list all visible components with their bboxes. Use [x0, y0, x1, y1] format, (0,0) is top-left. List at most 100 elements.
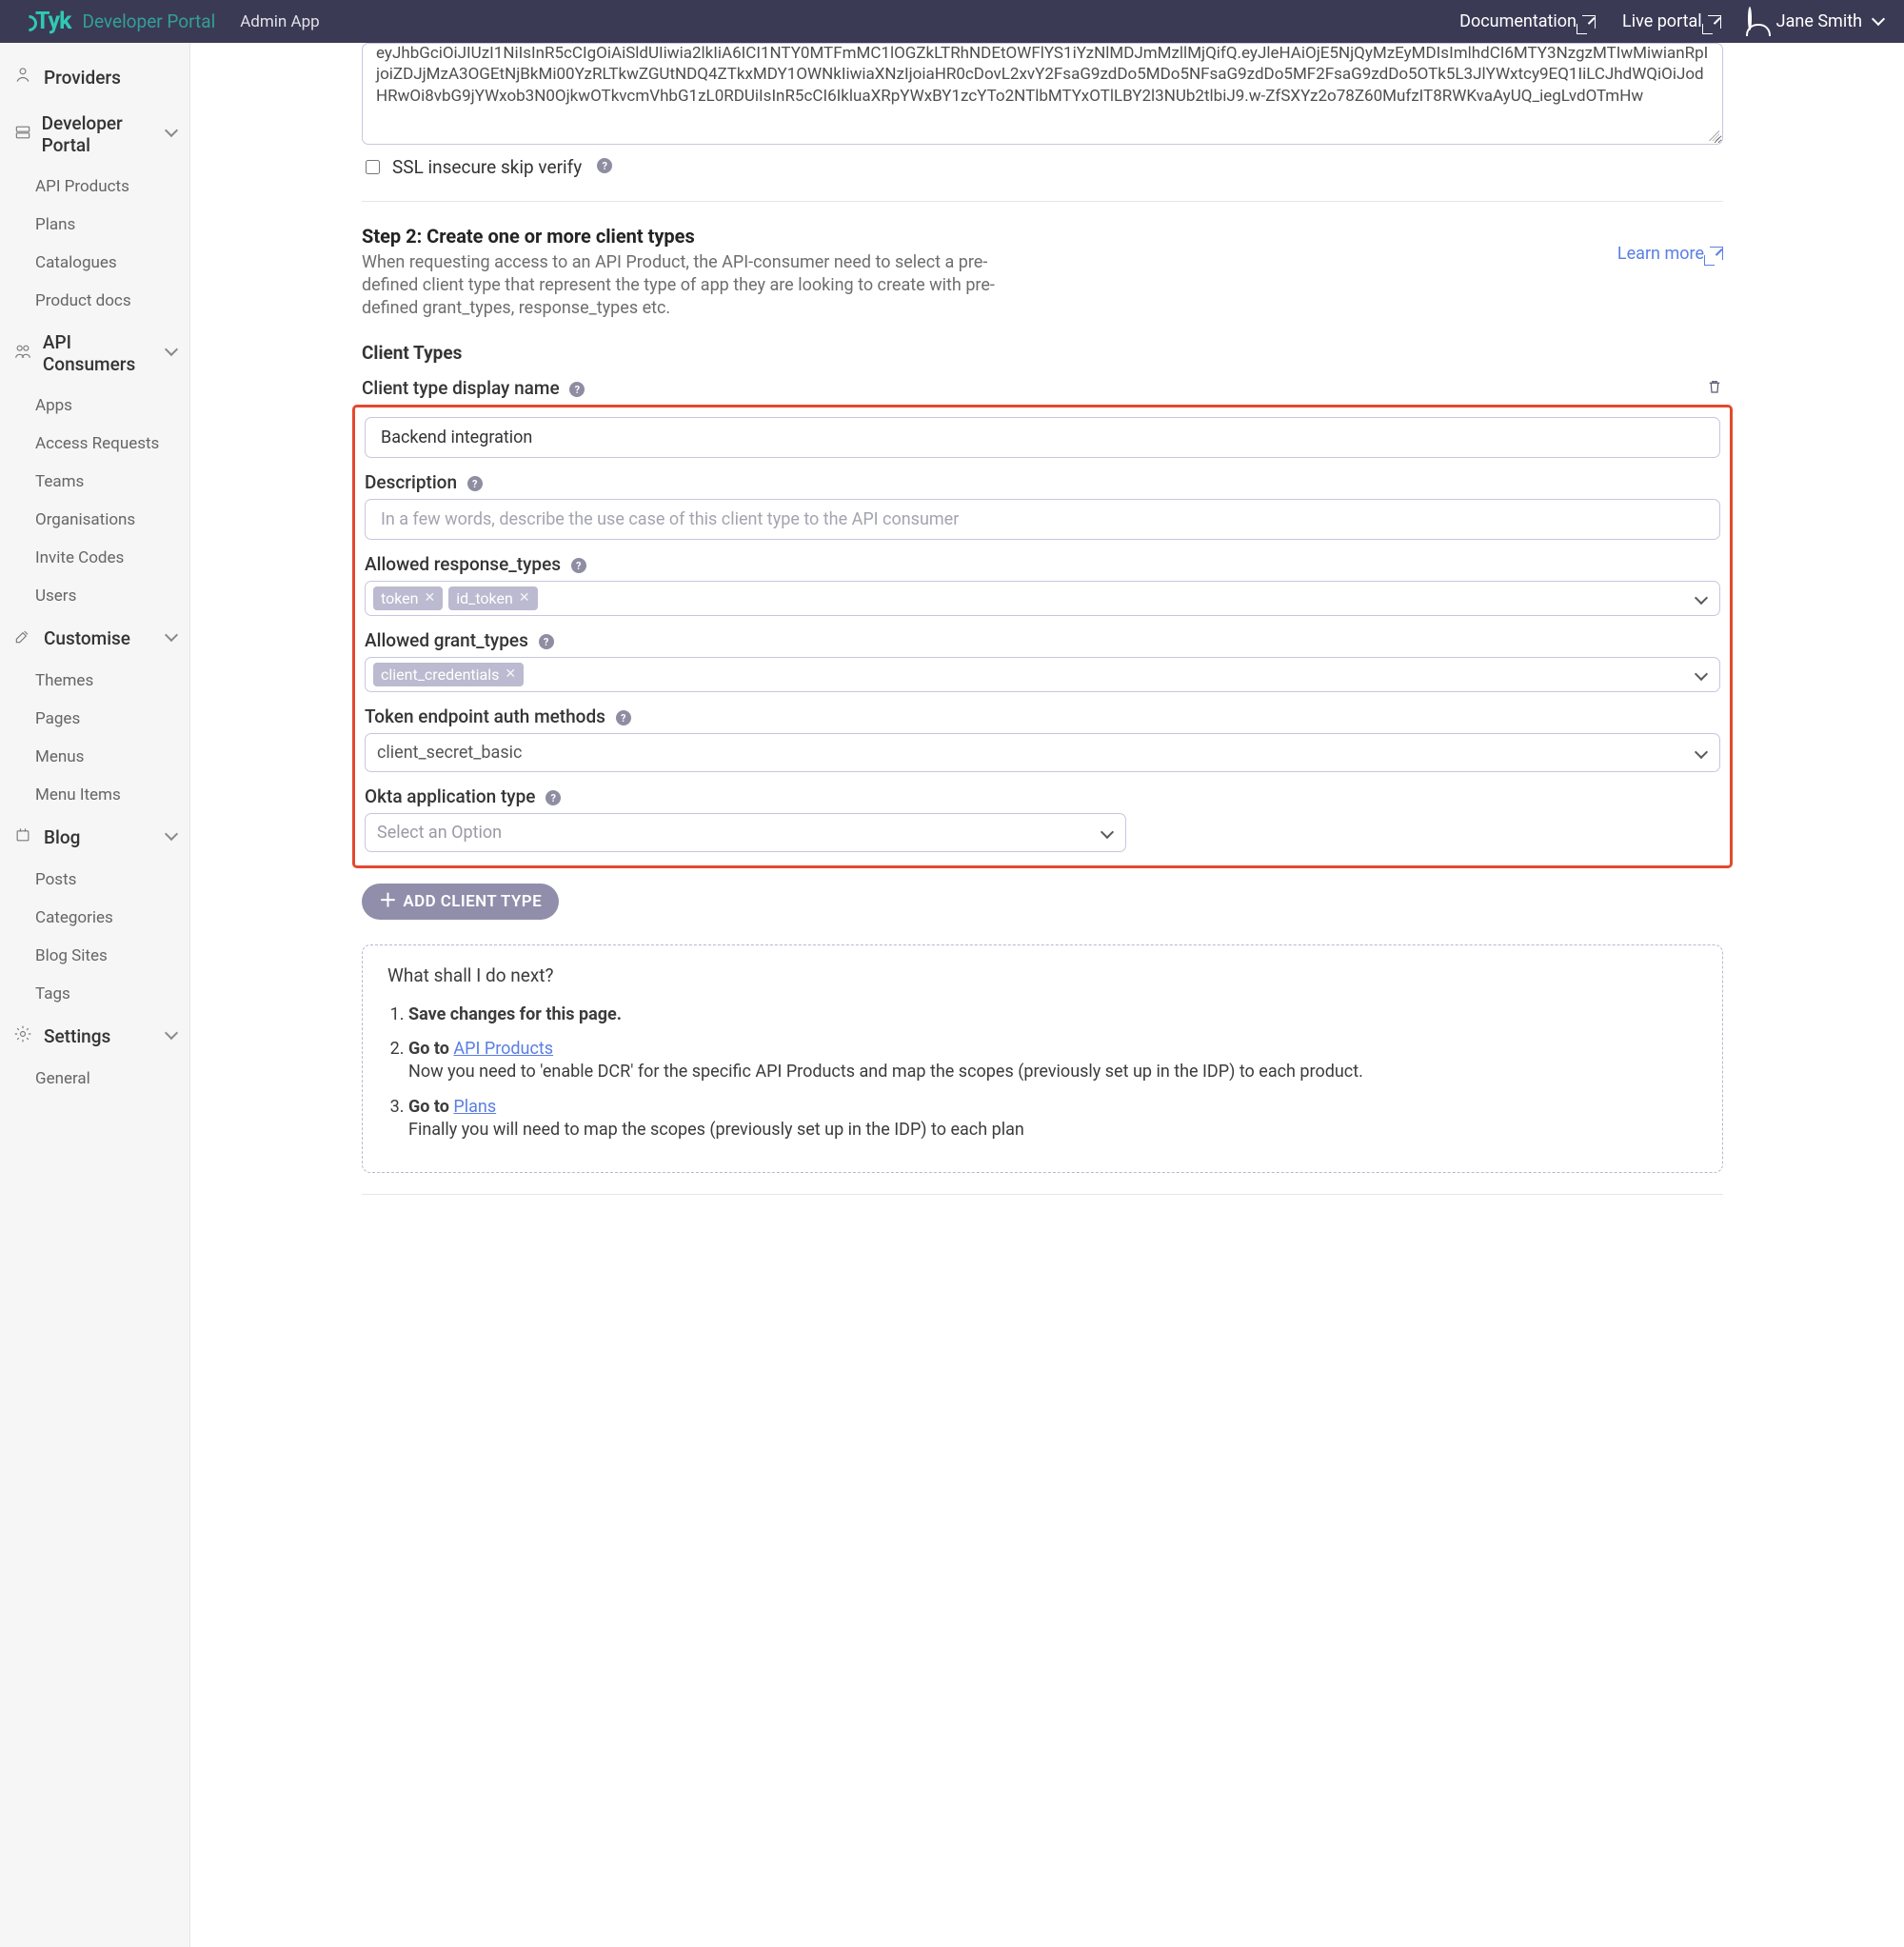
sidebar-item-invite-codes[interactable]: Invite Codes [0, 539, 189, 577]
sidebar-item-pages[interactable]: Pages [0, 700, 189, 738]
guide-step-3: Go to PlansFinally you will need to map … [408, 1096, 1697, 1142]
step2-description: When requesting access to an API Product… [362, 251, 1028, 321]
ssl-insecure-label: SSL insecure skip verify [392, 156, 582, 178]
response-types-multiselect[interactable]: token✕ id_token✕ [365, 581, 1720, 616]
sidebar-item-posts[interactable]: Posts [0, 861, 189, 899]
external-link-icon [1710, 247, 1723, 260]
remove-tag-icon[interactable]: ✕ [519, 590, 530, 606]
sidebar-label: Customise [44, 627, 130, 649]
sidebar-item-blog-sites[interactable]: Blog Sites [0, 937, 189, 975]
sidebar-label: Providers [44, 67, 121, 89]
user-icon [1748, 7, 1752, 30]
tag-id-token: id_token✕ [448, 586, 537, 610]
tag-token: token✕ [373, 586, 443, 610]
highlighted-client-type-form: Description ? Allowed response_types ? t… [352, 405, 1733, 868]
token-auth-value: client_secret_basic [377, 743, 522, 763]
sidebar-item-tags[interactable]: Tags [0, 975, 189, 1013]
logo: Tyk Developer Portal Admin App [21, 8, 320, 35]
brand-text: Tyk [35, 8, 70, 35]
tag-client-credentials: client_credentials✕ [373, 663, 524, 686]
sidebar-item-catalogues[interactable]: Catalogues [0, 244, 189, 282]
sidebar-item-themes[interactable]: Themes [0, 662, 189, 700]
sidebar-item-apps[interactable]: Apps [0, 387, 189, 425]
sidebar-item-menus[interactable]: Menus [0, 738, 189, 776]
sidebar-item-teams[interactable]: Teams [0, 463, 189, 501]
grant-types-label: Allowed grant_types ? [365, 629, 1720, 651]
sidebar-item-menu-items[interactable]: Menu Items [0, 776, 189, 814]
guide-step-1: Save changes for this page. [408, 1003, 1697, 1026]
live-portal-link[interactable]: Live portal [1622, 11, 1721, 31]
sidebar-item-customise[interactable]: Customise [0, 615, 189, 662]
chevron-down-icon [163, 127, 176, 142]
brand-subtitle: Developer Portal [82, 10, 215, 32]
step2-title: Step 2: Create one or more client types [362, 225, 1028, 248]
sidebar-item-providers[interactable]: Providers [0, 54, 189, 101]
remove-tag-icon[interactable]: ✕ [505, 666, 516, 682]
sidebar-item-general[interactable]: General [0, 1060, 189, 1098]
api-products-link[interactable]: API Products [453, 1039, 553, 1059]
help-icon[interactable]: ? [467, 476, 483, 491]
sidebar-item-blog[interactable]: Blog [0, 814, 189, 861]
plans-link[interactable]: Plans [453, 1097, 496, 1117]
help-icon[interactable]: ? [616, 710, 631, 725]
response-types-label: Allowed response_types ? [365, 553, 1720, 575]
chevron-down-icon [163, 830, 176, 845]
okta-app-type-label: Okta application type ? [365, 785, 1720, 807]
sidebar-item-product-docs[interactable]: Product docs [0, 282, 189, 320]
token-auth-label: Token endpoint auth methods ? [365, 705, 1720, 727]
description-label: Description ? [365, 471, 1720, 493]
providers-icon [13, 66, 36, 89]
sidebar-item-api-products[interactable]: API Products [0, 168, 189, 206]
sidebar-item-users[interactable]: Users [0, 577, 189, 615]
app-name: Admin App [240, 12, 320, 31]
help-icon[interactable]: ? [539, 634, 554, 649]
help-icon[interactable]: ? [597, 158, 612, 173]
client-types-heading: Client Types [362, 342, 1723, 364]
chevron-down-icon [1870, 11, 1883, 31]
jwt-token-value: eyJhbGciOiJIUzI1NiIsInR5cCIgOiAiSldUIiwi… [376, 44, 1708, 106]
main-content: eyJhbGciOiJIUzI1NiIsInR5cCIgOiAiSldUIiwi… [190, 43, 1904, 1947]
sidebar: Providers Developer Portal API Products … [0, 43, 190, 1947]
sidebar-item-settings[interactable]: Settings [0, 1013, 189, 1060]
documentation-link[interactable]: Documentation [1459, 11, 1596, 31]
sidebar-item-developer-portal[interactable]: Developer Portal [0, 101, 189, 168]
sidebar-item-organisations[interactable]: Organisations [0, 501, 189, 539]
token-auth-select[interactable]: client_secret_basic [365, 733, 1720, 772]
remove-tag-icon[interactable]: ✕ [424, 590, 435, 606]
display-name-label: Client type display name ? [362, 377, 1723, 399]
sidebar-label: Developer Portal [42, 112, 163, 156]
okta-placeholder: Select an Option [377, 823, 502, 843]
chevron-down-icon [1101, 825, 1114, 839]
help-icon[interactable]: ? [569, 382, 585, 397]
delete-client-type-button[interactable] [1706, 377, 1723, 401]
sidebar-item-api-consumers[interactable]: API Consumers [0, 320, 189, 387]
sidebar-item-access-requests[interactable]: Access Requests [0, 425, 189, 463]
topbar: Tyk Developer Portal Admin App Documenta… [0, 0, 1904, 43]
ssl-insecure-checkbox[interactable] [366, 160, 380, 174]
external-link-icon [1582, 15, 1596, 29]
chevron-down-icon [1695, 667, 1708, 681]
grant-types-multiselect[interactable]: client_credentials✕ [365, 657, 1720, 692]
divider [362, 201, 1723, 202]
settings-icon [13, 1024, 36, 1048]
add-client-type-button[interactable]: ＋ ADD CLIENT TYPE [362, 884, 559, 920]
api-consumers-icon [13, 342, 35, 366]
blog-icon [13, 825, 36, 849]
next-steps-heading: What shall I do next? [387, 964, 1697, 986]
help-icon[interactable]: ? [545, 790, 561, 805]
customise-icon [13, 626, 36, 650]
user-menu[interactable]: Jane Smith [1748, 9, 1883, 35]
chevron-down-icon [1695, 745, 1708, 759]
jwt-token-textarea[interactable]: eyJhbGciOiJIUzI1NiIsInR5cCIgOiAiSldUIiwi… [362, 43, 1723, 145]
documentation-label: Documentation [1459, 11, 1577, 31]
sidebar-label: Settings [44, 1025, 110, 1047]
learn-more-link[interactable]: Learn more [1617, 225, 1723, 264]
chevron-down-icon [163, 346, 176, 361]
okta-app-type-select[interactable]: Select an Option [365, 813, 1126, 852]
display-name-input[interactable] [365, 417, 1720, 458]
sidebar-item-plans[interactable]: Plans [0, 206, 189, 244]
description-input[interactable] [365, 499, 1720, 540]
sidebar-item-categories[interactable]: Categories [0, 899, 189, 937]
help-icon[interactable]: ? [571, 558, 586, 573]
brand-mark: Tyk [21, 8, 70, 35]
